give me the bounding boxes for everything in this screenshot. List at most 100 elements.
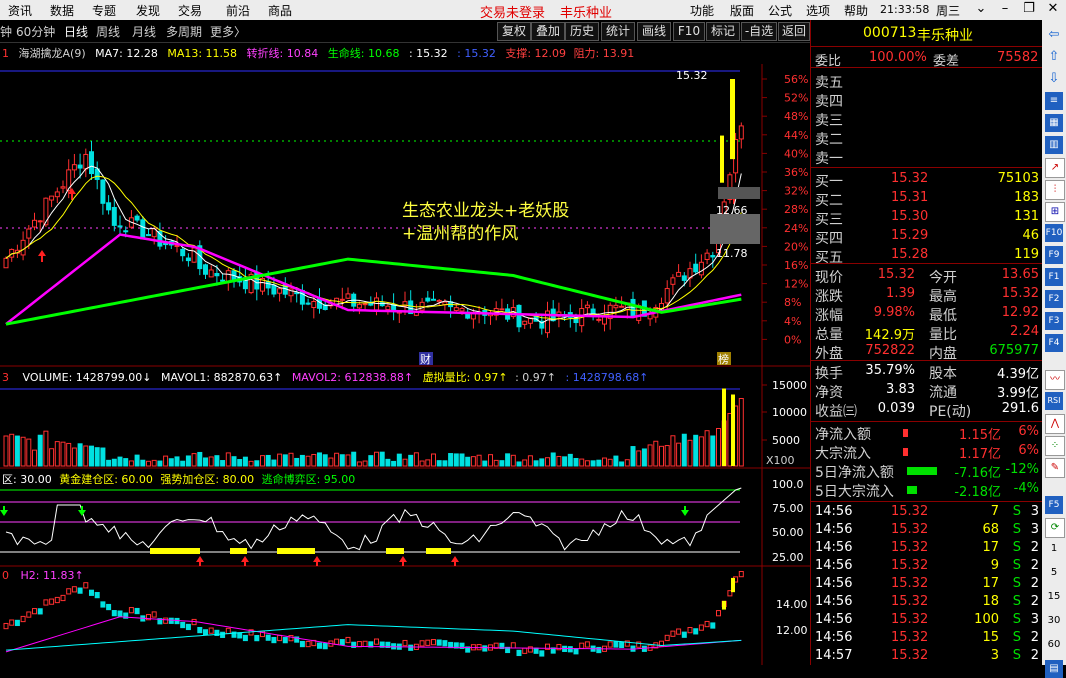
stat-value: 13.65 — [1001, 267, 1039, 282]
volume-bar — [242, 456, 248, 467]
volume-bar — [128, 460, 134, 467]
candle-body — [117, 225, 123, 228]
volume-bar — [60, 441, 66, 467]
f1-icon[interactable]: F1 — [1045, 268, 1063, 286]
candle-body — [738, 125, 744, 140]
buy-level-label: 买三 — [815, 212, 843, 228]
bar-chart-icon[interactable]: ▥ — [1045, 136, 1063, 154]
f4-icon[interactable]: F4 — [1045, 334, 1063, 352]
scatter-icon[interactable]: ⁘ — [1045, 436, 1065, 456]
buy-level-volume: 131 — [1014, 209, 1039, 224]
candle-body — [49, 195, 55, 201]
volume-bar — [556, 455, 562, 467]
price-box-upper — [718, 187, 760, 199]
tick-count: 3 — [1030, 612, 1039, 627]
grid-icon[interactable]: ▦ — [1045, 114, 1063, 132]
volume-bar — [607, 458, 613, 467]
volume-bar — [43, 430, 49, 467]
h-candle — [722, 600, 726, 610]
buy-level-volume: 119 — [1014, 247, 1039, 262]
stat-value: 2.24 — [1010, 324, 1039, 339]
h-candle — [670, 630, 676, 637]
volume-bar — [385, 458, 391, 467]
arrow-down-icon[interactable]: ⇩ — [1045, 70, 1063, 88]
volume-bar — [168, 458, 174, 467]
badge-bang-text[interactable]: 榜 — [718, 352, 729, 366]
candle-body — [730, 79, 735, 160]
menu-dropdown-icon[interactable]: ⌄ — [972, 1, 990, 18]
kline-chart[interactable]: 56% 52% 48% 44% 40% 36% 32% 28% 24% 20% 16% 12% 8% 4%… — [0, 0, 810, 665]
wave-icon[interactable]: 〰 — [1045, 370, 1065, 390]
osc-axis-tick: 100.0 — [772, 478, 804, 491]
fund-value: 291.6 — [1001, 401, 1039, 416]
weibi-value: 100.00% — [869, 50, 927, 65]
period-30-icon[interactable]: 30 — [1045, 612, 1063, 630]
h-candle — [299, 640, 305, 648]
f2-icon[interactable]: F2 — [1045, 290, 1063, 308]
period-5-icon[interactable]: 5 — [1045, 564, 1063, 582]
arrow-up-icon[interactable]: ⇧ — [1045, 48, 1063, 66]
period-15-icon[interactable]: 15 — [1045, 588, 1063, 606]
rsi-icon[interactable]: RSI — [1045, 392, 1063, 410]
calendar-icon[interactable]: ▤ — [1045, 660, 1063, 678]
tick-price: 15.32 — [891, 540, 929, 555]
maximize-icon[interactable]: ❐ — [1020, 1, 1038, 18]
f3-icon[interactable]: F3 — [1045, 312, 1063, 330]
clock-time: 21:33:58 — [880, 3, 930, 16]
volume-bar — [356, 461, 362, 467]
osc-line — [5, 487, 742, 551]
tick-time: 14:56 — [815, 612, 853, 627]
f10-side-icon[interactable]: F10 — [1045, 224, 1063, 242]
line-chart-icon[interactable]: ↗ — [1045, 158, 1065, 178]
tick-count: 2 — [1030, 540, 1039, 555]
h-candle — [288, 635, 294, 642]
menu-item-bangzhu[interactable]: 帮助 — [844, 2, 868, 19]
candle-body — [619, 305, 625, 308]
volume-bar — [408, 454, 414, 467]
pencil-icon[interactable]: ✎ — [1045, 458, 1065, 478]
volume-axis: 15000 10000 5000 — [762, 379, 807, 447]
tile-icon[interactable]: ⊞ — [1045, 202, 1065, 222]
fund-value: 0.039 — [877, 401, 915, 416]
tick-count: 2 — [1030, 558, 1039, 573]
candle-body — [140, 219, 146, 240]
h-panel-candles — [3, 570, 744, 657]
fund-label: 换手 — [815, 366, 843, 382]
buy-level-volume: 46 — [1022, 228, 1039, 243]
close-icon[interactable]: ✕ — [1044, 1, 1062, 18]
h-candle — [14, 619, 20, 627]
tick-price: 15.32 — [891, 576, 929, 591]
arrow-left-icon[interactable]: ⇦ — [1045, 26, 1063, 44]
flow-value: -7.16亿 — [954, 466, 1001, 481]
price-axis-tick: 48% — [784, 110, 808, 123]
candle-body — [345, 293, 351, 299]
zigzag-icon[interactable]: ⋀ — [1045, 414, 1065, 434]
sell-level-label: 卖二 — [815, 132, 843, 148]
volume-bar — [453, 453, 459, 467]
f9-icon[interactable]: F9 — [1045, 246, 1063, 264]
volume-bar — [731, 394, 735, 466]
price-axis-tick: 44% — [784, 129, 808, 142]
volume-bar — [664, 445, 670, 467]
volume-bar — [448, 453, 454, 467]
period-1-icon[interactable]: 1 — [1045, 540, 1063, 558]
candle-body — [613, 304, 619, 309]
h-candle — [613, 641, 619, 648]
h-candle — [37, 608, 43, 615]
candle-body — [596, 318, 602, 321]
tick-volume: 17 — [982, 576, 999, 591]
badge-cai-text[interactable]: 财 — [420, 352, 431, 366]
refresh-icon[interactable]: ⟳ — [1045, 518, 1065, 538]
candle-chart-icon[interactable]: ⫶ — [1045, 180, 1065, 200]
f5-icon[interactable]: F5 — [1045, 496, 1063, 514]
h-candle — [180, 621, 186, 629]
annotation-line-2: +温州帮的作风 — [402, 224, 518, 244]
flow-pct: -12% — [1005, 462, 1039, 477]
candle-body — [60, 186, 66, 189]
volume-bar — [282, 454, 288, 467]
buy-level-price: 15.29 — [891, 228, 929, 243]
list-icon[interactable]: ≡ — [1045, 92, 1063, 110]
volume-bar — [425, 459, 431, 467]
minimize-icon[interactable]: – — [996, 1, 1014, 18]
period-60-icon[interactable]: 60 — [1045, 636, 1063, 654]
